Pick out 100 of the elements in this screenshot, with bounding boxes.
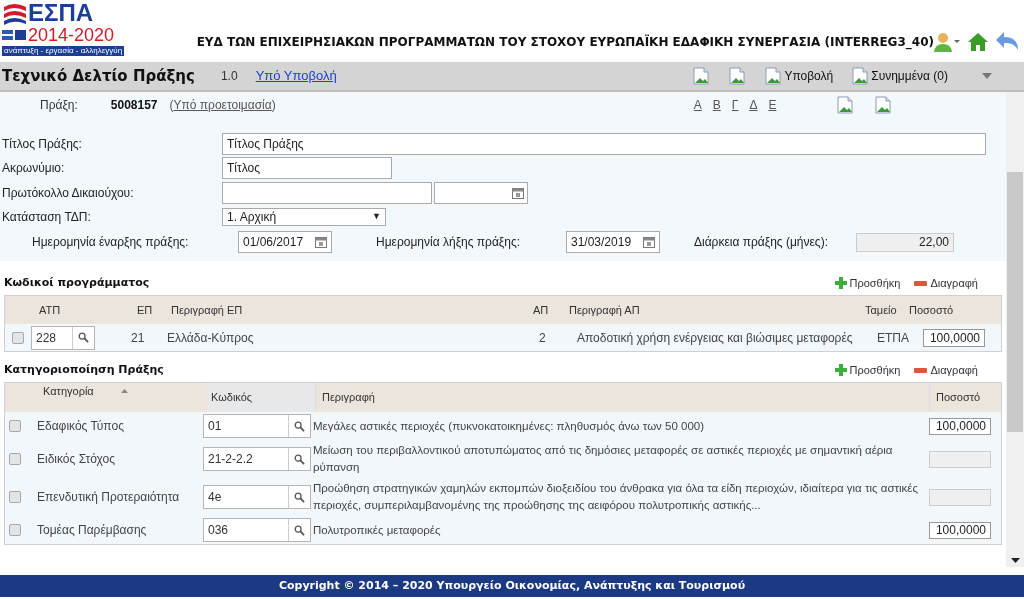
plus-icon bbox=[834, 364, 847, 376]
field-label: Πρωτόκολλο Δικαιούχου: bbox=[1, 185, 135, 202]
espa-logo[interactable]: ΕΣΠΑ 2014-2020 ανάπτυξη - εργασία - αλληλεγγύη bbox=[0, 0, 129, 62]
field-label: Κατάσταση ΤΔΠ: bbox=[1, 209, 92, 226]
table-cell-text: Αποδοτική χρήση ενέργειας και βιώσιμες μεταφορές bbox=[577, 329, 854, 347]
broken-image-icon[interactable] bbox=[851, 67, 870, 85]
copyright-text: Copyright © 2014 – 2020 Υπουργείο Οικονομίας, Ανάπτυξης και Τουρισμού bbox=[278, 577, 746, 594]
search-icon[interactable] bbox=[294, 491, 305, 503]
letter-link[interactable]: Γ bbox=[731, 95, 739, 114]
broken-image-icon[interactable] bbox=[874, 95, 893, 114]
delete-button[interactable]: Διαγραφή bbox=[914, 274, 978, 292]
home-icon[interactable] bbox=[968, 33, 988, 51]
status-paren: ) bbox=[271, 96, 276, 114]
add-button[interactable]: Προσθήκη bbox=[834, 274, 901, 292]
section-title: Κωδικοί προγράμματος bbox=[4, 274, 150, 291]
column-header: Ταμείο bbox=[865, 302, 898, 318]
letter-link[interactable]: Β bbox=[712, 95, 721, 114]
status-link[interactable]: Υπό Υποβολή bbox=[255, 66, 337, 86]
date-field[interactable] bbox=[434, 182, 528, 204]
column-header: Περιγραφή ΑΠ bbox=[569, 302, 641, 318]
scrollbar[interactable] bbox=[1006, 92, 1024, 567]
table-cell-text: Πολυτροπικές μεταφορές bbox=[313, 522, 442, 538]
table-cell-text: 21 bbox=[131, 329, 146, 347]
action-code: 5008157 bbox=[110, 96, 158, 114]
calendar-icon[interactable] bbox=[512, 187, 524, 199]
protocol-number-field[interactable] bbox=[222, 182, 432, 204]
page-header-title: ΕΥΔ ΤΩΝ ΕΠΙΧΕΙΡΗΣΙΑΚΩΝ ΠΡΟΓΡΑΜΜΑΤΩΝ ΤΟΥ ΣΤΟΧΟΥ ΕΥΡΩΠΑΪΚΗ ΕΔΑΦΙΚΗ ΣΥΝΕΡΓΑΣΙΑ (INTERREG3_40) bbox=[196, 33, 934, 51]
table-cell-text: ΕΤΠΑ bbox=[877, 329, 910, 347]
table-cell-text: Μεγάλες αστικές περιοχές (πυκνοκατοικημένες: πληθυσμός άνω των 50 000) bbox=[313, 418, 706, 434]
column-header: ΑΠ bbox=[533, 302, 550, 318]
letter-link[interactable]: Α bbox=[693, 95, 702, 114]
action-label: Πράξη: bbox=[40, 96, 78, 114]
minus-icon bbox=[914, 280, 928, 286]
field-label: Ακρωνύμιο: bbox=[1, 160, 66, 177]
checkbox[interactable] bbox=[9, 491, 21, 503]
field-label: Τίτλος Πράξης: bbox=[1, 136, 83, 153]
table-cell-text: Ελλάδα-Κύπρος bbox=[167, 329, 255, 347]
back-arrow-icon[interactable] bbox=[996, 32, 1018, 52]
broken-image-icon[interactable] bbox=[728, 67, 747, 85]
percent-field[interactable]: 100,0000 bbox=[923, 328, 985, 347]
column-header: Κωδικός bbox=[207, 383, 315, 412]
percent-field[interactable]: 100,0000 bbox=[929, 521, 991, 539]
code-field[interactable]: 228 bbox=[31, 325, 95, 350]
calendar-icon[interactable] bbox=[643, 236, 655, 248]
toolbar-button[interactable]: Συνημμένα (0) bbox=[851, 67, 948, 85]
table-cell-text: Τομέας Παρέμβασης bbox=[37, 522, 148, 539]
date-field[interactable]: 31/03/2019 bbox=[566, 231, 660, 253]
column-header: ΑΤΠ bbox=[39, 302, 62, 318]
text-field[interactable]: Τίτλος bbox=[222, 157, 392, 179]
letter-link[interactable]: Ε bbox=[768, 95, 777, 114]
version-label: 1.0 bbox=[220, 68, 238, 85]
scroll-down-arrow-icon[interactable] bbox=[1010, 558, 1020, 563]
delete-button[interactable]: Διαγραφή bbox=[914, 361, 978, 379]
column-header: ΕΠ bbox=[137, 302, 154, 318]
checkbox[interactable] bbox=[9, 453, 21, 465]
status-paren: ( bbox=[169, 96, 174, 114]
column-header: Ποσοστό bbox=[909, 302, 955, 318]
field-label: Ημερομηνία λήξης πράξης: bbox=[376, 234, 521, 251]
column-header: Περιγραφή ΕΠ bbox=[171, 302, 244, 318]
table-cell-text: Εδαφικός Τύπος bbox=[37, 418, 125, 435]
percent-field[interactable]: 100,0000 bbox=[929, 417, 991, 435]
field-label: Διάρκεια πράξης (μήνες): bbox=[694, 234, 829, 251]
code-field[interactable]: 21-2-2.2 bbox=[203, 447, 311, 471]
table-cell-text: Μείωση του περιβαλλοντικού αποτυπώματος από τις δημόσιες μεταφορές σε αστικές περιοχές με σημαντική αέρια ρύπανση bbox=[313, 443, 894, 475]
broken-image-icon[interactable] bbox=[764, 67, 783, 85]
section-title: Κατηγοριοποίηση Πράξης bbox=[4, 361, 164, 378]
text-field[interactable]: Τίτλος Πράξης bbox=[222, 133, 986, 155]
broken-image-icon[interactable] bbox=[692, 67, 711, 85]
code-field[interactable]: 01 bbox=[203, 414, 311, 438]
search-icon[interactable] bbox=[294, 453, 305, 465]
field-label: Ημερομηνία έναρξης πράξης: bbox=[32, 234, 190, 251]
plus-icon bbox=[834, 277, 847, 289]
checkbox[interactable] bbox=[12, 331, 24, 344]
add-button[interactable]: Προσθήκη bbox=[834, 361, 901, 379]
checkbox[interactable] bbox=[9, 524, 21, 536]
document-title: Τεχνικό Δελτίο Πράξης bbox=[2, 65, 195, 87]
user-menu-icon[interactable] bbox=[934, 32, 960, 52]
toolbar-button[interactable]: Υποβολή bbox=[764, 67, 834, 85]
table-cell-text: Προώθηση στρατηγικών χαμηλών εκπομπών διοξειδίου του άνθρακα για όλα τα είδη περιοχών, ιδιαίτερα για τις αστικές περιοχές, συμπεριλαμβανομένης της προώθησης της αειφόρου πολυτροπικής αστικής... bbox=[313, 481, 920, 513]
percent-field[interactable] bbox=[929, 450, 991, 468]
duration-field: 22,00 bbox=[856, 232, 954, 252]
search-icon[interactable] bbox=[78, 332, 89, 343]
caret-icon[interactable] bbox=[982, 73, 992, 79]
status-select[interactable]: 1. Αρχική ▼ bbox=[222, 208, 386, 226]
broken-image-icon[interactable] bbox=[836, 95, 855, 114]
table-cell-text: Ειδικός Στόχος bbox=[37, 451, 117, 468]
search-icon[interactable] bbox=[294, 420, 305, 432]
column-header[interactable]: Κατηγορία bbox=[37, 383, 207, 412]
search-icon[interactable] bbox=[294, 524, 305, 536]
table-cell-text: Επενδυτική Προτεραιότητα bbox=[37, 489, 181, 506]
percent-field[interactable] bbox=[929, 488, 991, 506]
code-field[interactable]: 036 bbox=[203, 518, 311, 542]
minus-icon bbox=[914, 367, 928, 373]
checkbox[interactable] bbox=[9, 420, 21, 432]
calendar-icon[interactable] bbox=[315, 236, 327, 248]
letter-link[interactable]: Δ bbox=[749, 95, 758, 114]
sort-arrow-icon bbox=[121, 389, 128, 393]
code-field[interactable]: 4e bbox=[203, 485, 311, 509]
status-link[interactable]: Υπό προετοιμασία bbox=[173, 95, 272, 114]
date-field[interactable]: 01/06/2017 bbox=[238, 231, 332, 253]
